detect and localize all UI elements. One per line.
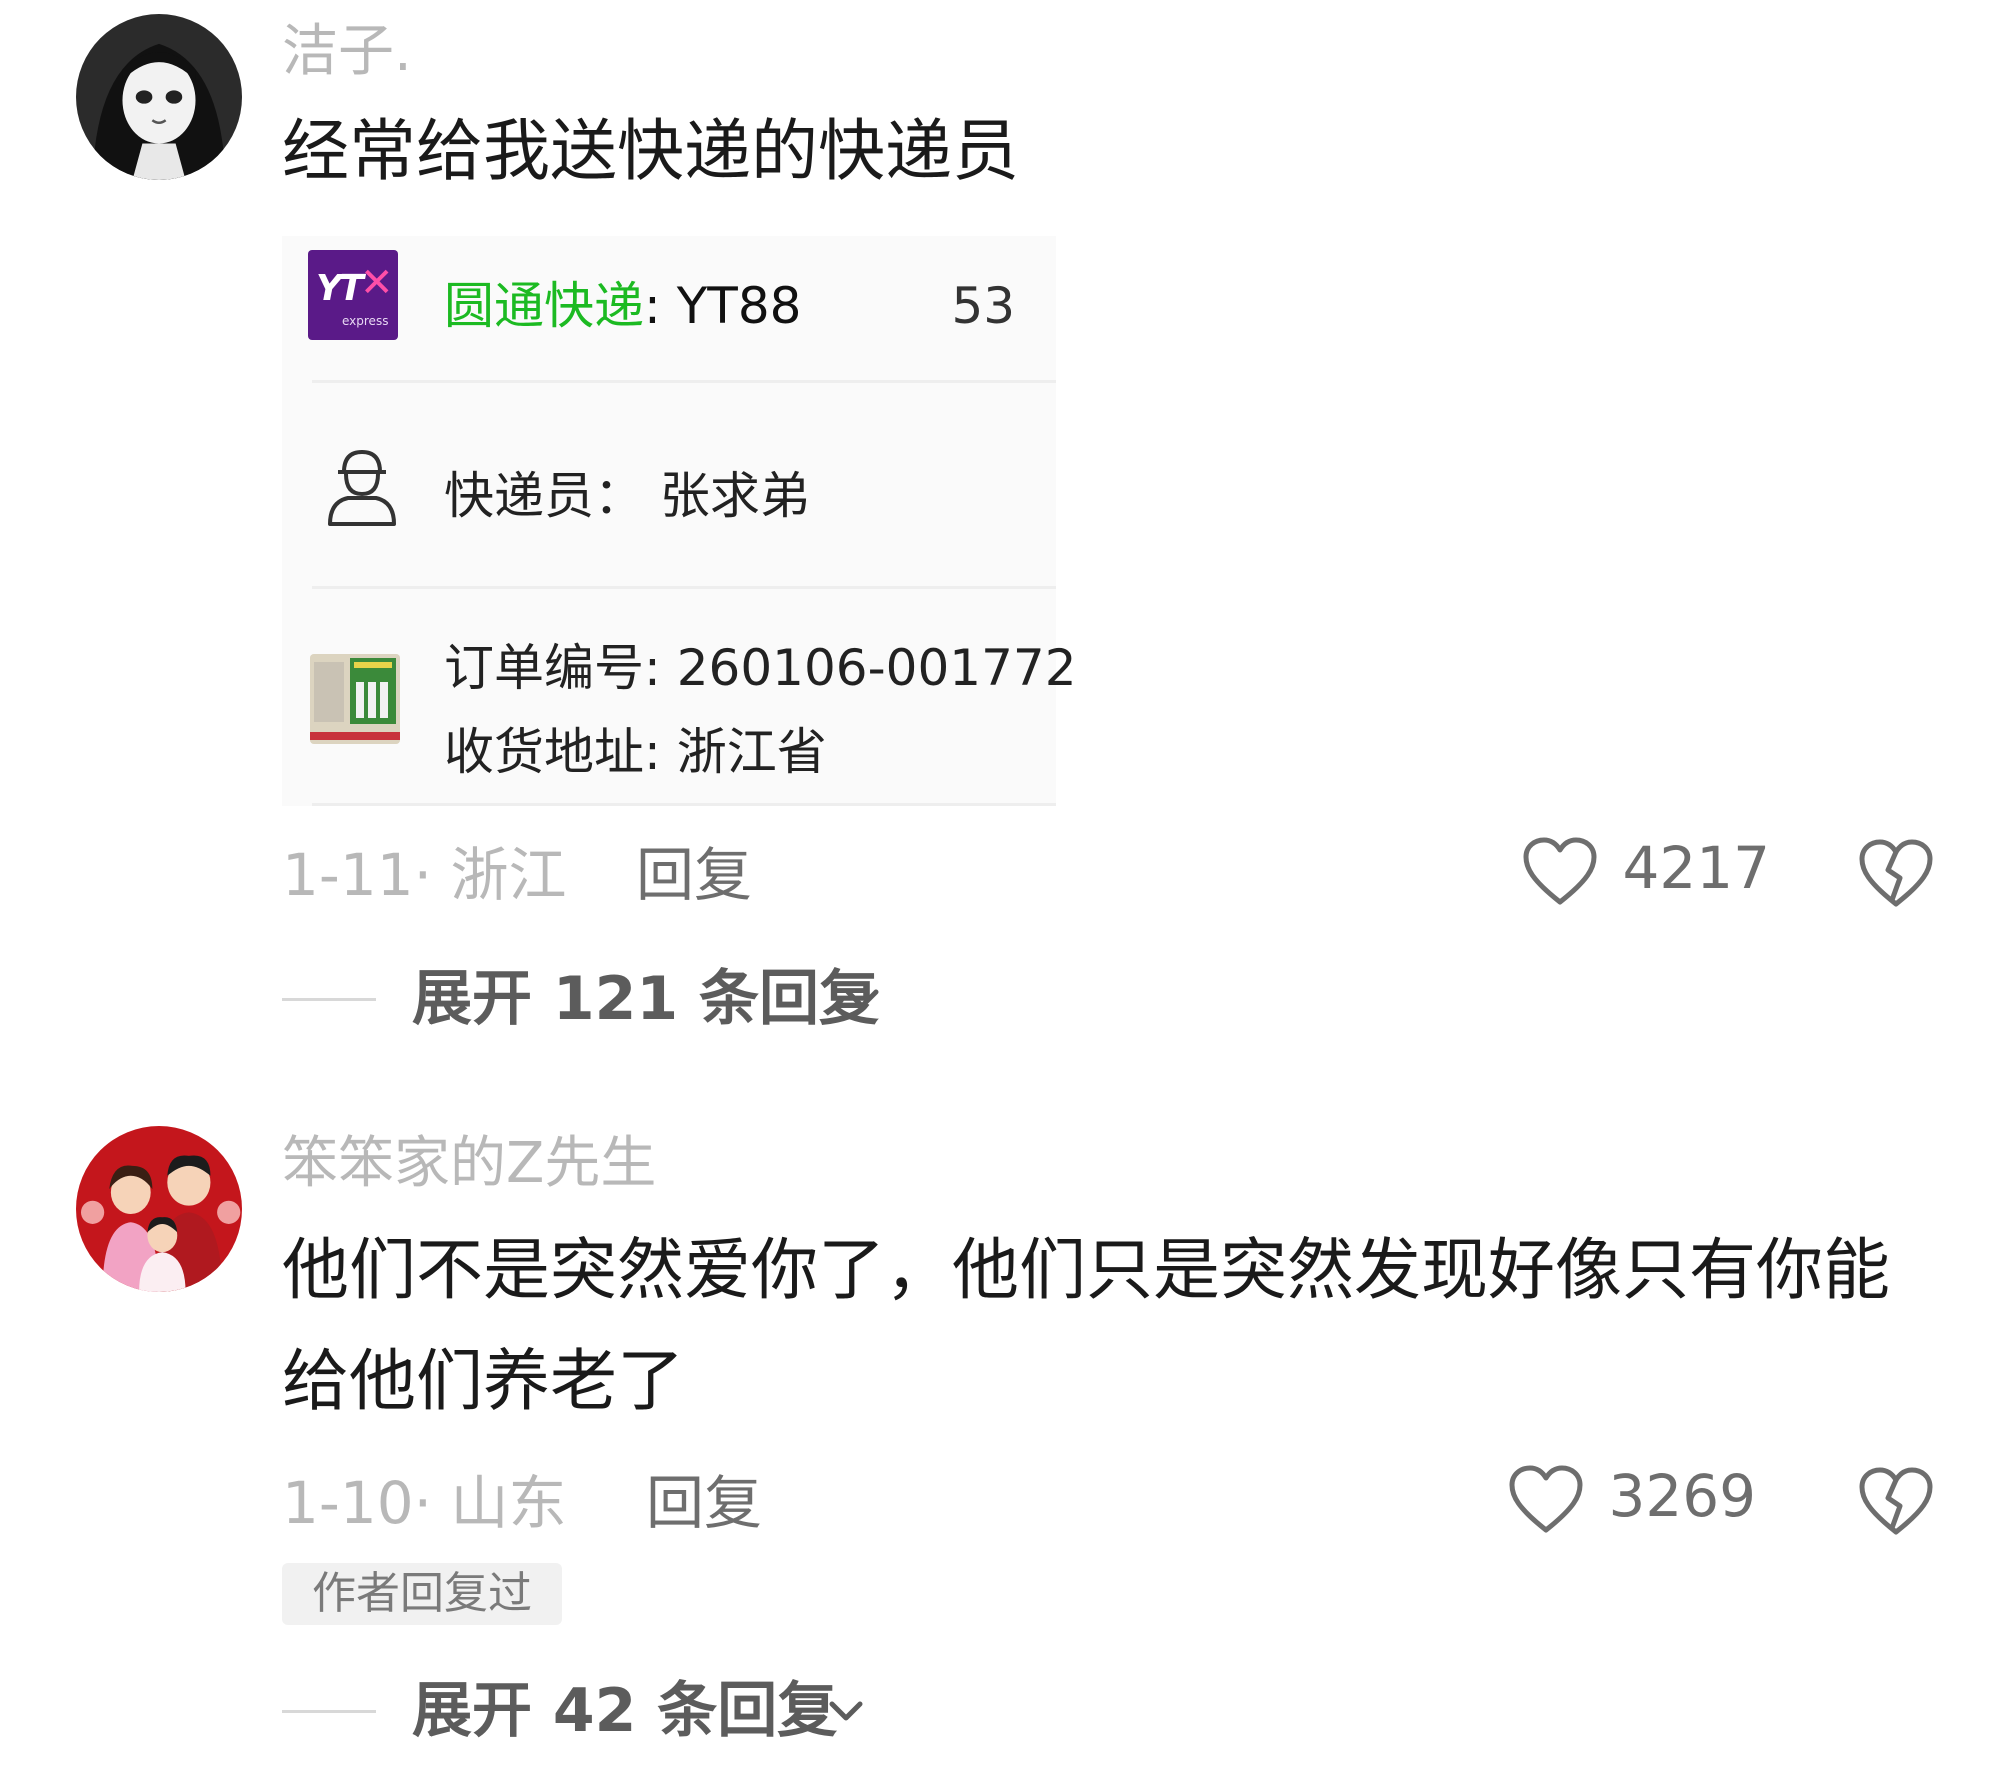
heart-outline-icon: [1523, 837, 1597, 905]
user-avatar[interactable]: [76, 14, 242, 180]
product-thumbnail: [310, 654, 400, 744]
expand-divider-line: [282, 1710, 376, 1713]
card-divider: [312, 586, 1056, 589]
user-avatar[interactable]: [76, 1126, 242, 1292]
chevron-down-icon: [829, 1701, 863, 1721]
family-portrait-avatar-image: [76, 1126, 242, 1292]
comment-username[interactable]: 笨笨家的Z先生: [282, 1136, 656, 1192]
courier-person-icon: [328, 449, 396, 526]
comment-text: 他们不是突然爱你了，他们只是突然发现好像只有你能给他们养老了: [282, 1231, 1890, 1421]
courier-company-name: 圆通快递: [444, 277, 644, 335]
courier-name-text: 快递员： 张求弟: [444, 467, 810, 525]
meta-separator: ·: [413, 841, 451, 909]
reply-button[interactable]: 回复: [636, 846, 752, 904]
card-divider: [312, 803, 1056, 806]
comment-location: 山东: [450, 1469, 567, 1537]
expand-replies-label: 展开 42 条回复: [412, 1676, 838, 1746]
broken-heart-dislike-icon[interactable]: [1858, 838, 1934, 910]
comment-meta: 1-10· 山东: [282, 1474, 567, 1532]
anime-girl-avatar-image: [76, 14, 242, 180]
meta-separator: ·: [413, 1469, 451, 1537]
card-divider: [312, 380, 1056, 383]
comment-date: 1-11: [282, 841, 414, 909]
comment-location: 浙江: [450, 841, 567, 909]
like-button[interactable]: 3269: [1508, 1464, 1756, 1536]
comment-list: 洁子. 经常给我送快递的快递员 YT ✕ express 圆通快递: YT88 53 …: [0, 0, 2000, 1771]
order-number-text: 订单编号: 260106-001772: [444, 639, 1077, 697]
like-button[interactable]: 4217: [1522, 836, 1770, 908]
reply-button[interactable]: 回复: [646, 1474, 762, 1532]
tracking-row: YT ✕ express 圆通快递: YT88 53: [282, 236, 1056, 386]
author-replied-badge: 作者回复过: [282, 1563, 562, 1625]
shipping-address-text: 收货地址: 浙江省: [444, 723, 827, 781]
like-count: 3269: [1608, 1462, 1757, 1531]
tracking-number-suffix: 53: [951, 277, 1016, 335]
comment-username[interactable]: 洁子.: [282, 24, 412, 80]
expand-divider-line: [282, 998, 376, 1001]
chevron-down-icon: [845, 989, 879, 1009]
comment-meta: 1-11· 浙江: [282, 846, 567, 904]
like-count: 4217: [1622, 834, 1771, 903]
broken-heart-dislike-icon[interactable]: [1858, 1466, 1934, 1538]
heart-outline-icon: [1509, 1465, 1583, 1533]
expand-replies-label: 展开 121 条回复: [412, 964, 880, 1034]
tracking-number-prefix: : YT88: [644, 277, 802, 335]
order-card-attachment[interactable]: YT ✕ express 圆通快递: YT88 53 快递员： 张求弟 订单编号…: [282, 236, 1077, 806]
comment-date: 1-10: [282, 1469, 414, 1537]
comment-text: 经常给我送快递的快递员: [282, 112, 1019, 190]
tracking-number-text: 圆通快递: YT88 53: [444, 266, 1015, 338]
yto-express-logo: YT ✕ express: [308, 250, 398, 340]
